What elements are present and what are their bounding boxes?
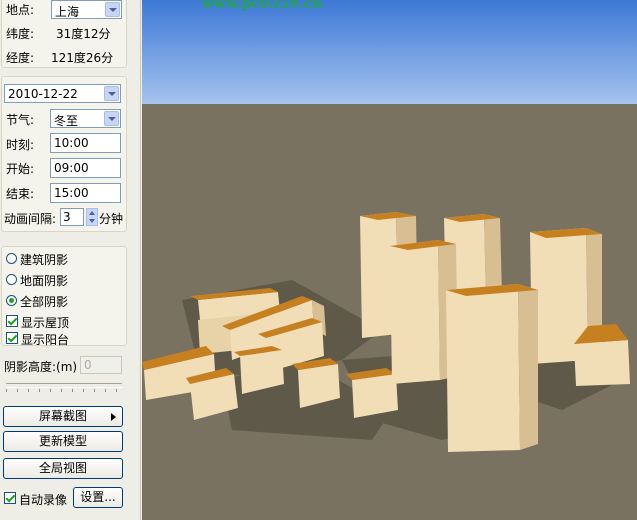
start-input[interactable]: 09:00	[50, 158, 121, 178]
show-balcony-checkbox[interactable]	[6, 332, 18, 344]
update-model-button[interactable]: 更新模型	[3, 431, 123, 452]
building-right	[574, 324, 630, 386]
chevron-down-icon[interactable]	[105, 2, 120, 17]
screenshot-button[interactable]: 屏幕截图	[3, 406, 123, 427]
shadow-height-label: 阴影高度:(m)	[4, 360, 78, 374]
global-view-button[interactable]: 全局视图	[3, 458, 123, 479]
date-value: 2010-12-22	[8, 87, 78, 101]
latitude-value: 31度12分	[56, 27, 111, 41]
all-shadow-radio[interactable]	[6, 295, 17, 306]
location-label: 地点:	[6, 3, 35, 17]
city-select[interactable]: 上海	[51, 0, 122, 19]
end-label: 结束:	[6, 187, 35, 201]
show-roof-label: 显示屋顶	[21, 316, 70, 330]
building-shadow-radio[interactable]	[6, 253, 17, 264]
interval-label: 动画间隔:	[4, 212, 57, 226]
3d-scene[interactable]	[142, 0, 637, 520]
solar-term-value: 冬至	[54, 114, 79, 128]
ground-shadow-radio[interactable]	[6, 274, 17, 285]
triangle-right-icon	[111, 413, 116, 421]
sky	[142, 0, 637, 104]
start-label: 开始:	[6, 162, 35, 176]
show-balcony-label: 显示阳台	[21, 333, 70, 347]
screenshot-button-label: 屏幕截图	[38, 409, 87, 423]
watermark: www.pc0359.cn	[202, 0, 323, 12]
shadow-height-slider[interactable]	[6, 383, 122, 388]
chevron-down-icon[interactable]	[104, 86, 119, 101]
auto-record-label: 自动录像	[19, 493, 68, 507]
moment-label: 时刻:	[6, 138, 35, 152]
moment-input[interactable]: 10:00	[50, 133, 121, 153]
date-picker[interactable]: 2010-12-22	[4, 84, 121, 103]
building-shadow-label: 建筑阴影	[20, 253, 69, 267]
interval-input[interactable]: 3	[60, 208, 84, 226]
control-panel: 地点: 上海 纬度: 31度12分 经度: 121度26分 2010-12-22…	[0, 0, 141, 520]
ground-shadow-label: 地面阴影	[20, 274, 69, 288]
solar-term-label: 节气:	[6, 113, 35, 127]
interval-unit: 分钟	[99, 212, 124, 226]
longitude-value: 121度26分	[51, 51, 114, 65]
scene-viewport[interactable]: www.pc0359.cn	[142, 0, 637, 520]
end-input[interactable]: 15:00	[50, 183, 121, 203]
slider-ticks	[6, 389, 122, 392]
show-roof-checkbox[interactable]	[6, 315, 18, 327]
latitude-label: 纬度:	[6, 27, 35, 41]
longitude-label: 经度:	[6, 51, 35, 65]
auto-record-checkbox[interactable]	[4, 492, 16, 504]
chevron-down-icon[interactable]	[104, 111, 119, 126]
interval-spinner[interactable]	[86, 208, 98, 226]
all-shadow-label: 全部阴影	[20, 295, 69, 309]
settings-button[interactable]: 设置...	[73, 487, 123, 508]
tower-5	[446, 284, 538, 452]
spin-down-icon[interactable]	[89, 219, 95, 223]
building-low-8	[346, 368, 398, 418]
solar-term-select[interactable]: 冬至	[50, 109, 121, 128]
city-value: 上海	[55, 5, 80, 19]
spin-up-icon[interactable]	[89, 211, 95, 215]
shadow-height-input[interactable]: 0	[80, 356, 122, 374]
